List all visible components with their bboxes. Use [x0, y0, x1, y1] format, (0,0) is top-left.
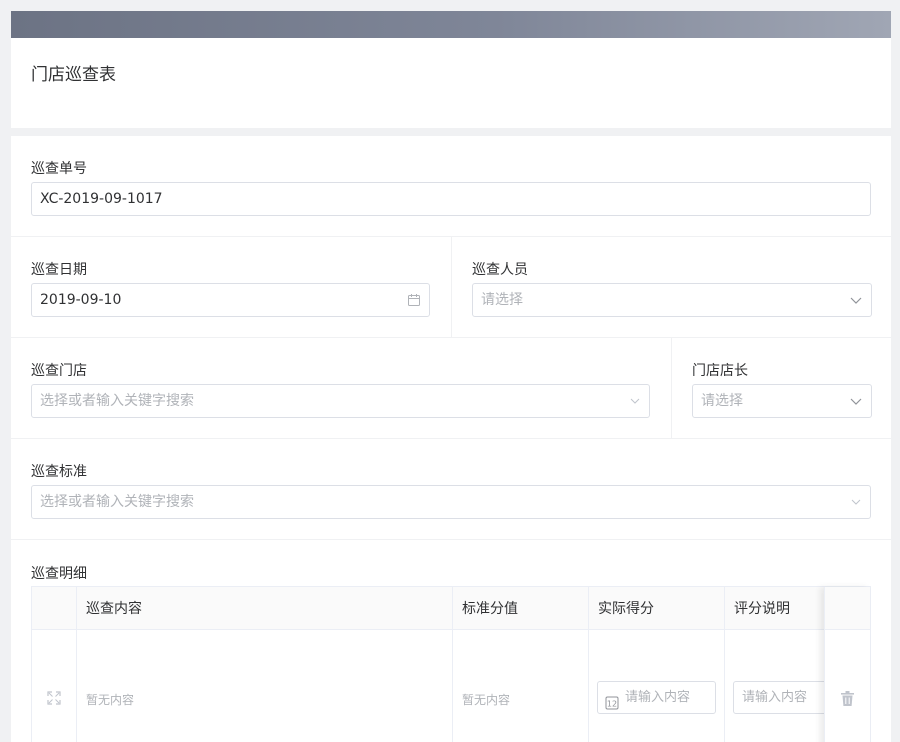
standard-select[interactable]: 选择或者输入关键字搜索 — [31, 485, 871, 519]
top-banner — [11, 11, 891, 38]
remark-placeholder: 请输入内容 — [742, 690, 808, 705]
manager-placeholder: 请选择 — [701, 393, 743, 409]
manager-cell: 门店店长 请选择 — [671, 338, 891, 438]
inspector-placeholder: 请选择 — [481, 292, 523, 308]
date-cell: 巡查日期 2019-09-10 — [11, 237, 451, 337]
content-cell: 暂无内容 — [77, 630, 453, 742]
store-label: 巡查门店 — [31, 363, 87, 379]
expand-cell — [32, 630, 77, 742]
column-header-label: 评分说明 — [734, 601, 790, 617]
details-table: 巡查内容 标准分值 实际得分 评分说明 暂无内容 暂无内容 12 请输入内容 请… — [31, 586, 871, 742]
column-header-label: 巡查内容 — [86, 601, 142, 617]
action-column — [824, 587, 870, 742]
form-card: 巡查单号 XC-2019-09-1017 巡查日期 2019-09-10 巡查人… — [11, 136, 891, 742]
row-store-manager: 巡查门店 选择或者输入关键字搜索 门店店长 请选择 — [11, 338, 891, 439]
calendar-icon — [407, 284, 421, 316]
inspection-date-value: 2019-09-10 — [40, 292, 122, 308]
inspection-date-label: 巡查日期 — [31, 262, 87, 278]
content-empty-text: 暂无内容 — [86, 693, 135, 707]
column-header-standard-score: 标准分值 — [453, 587, 589, 629]
inspector-label: 巡查人员 — [472, 262, 528, 278]
row-date-inspector: 巡查日期 2019-09-10 巡查人员 请选择 — [11, 237, 891, 338]
inspector-select[interactable]: 请选择 — [472, 283, 872, 317]
store-select[interactable]: 选择或者输入关键字搜索 — [31, 384, 650, 418]
expand-column-header — [32, 587, 77, 629]
row-inspection-no: 巡查单号 XC-2019-09-1017 — [11, 136, 891, 237]
expand-icon[interactable] — [47, 690, 61, 709]
table-header: 巡查内容 标准分值 实际得分 评分说明 — [32, 587, 870, 630]
row-standard: 巡查标准 选择或者输入关键字搜索 — [11, 439, 891, 540]
standard-score-cell: 暂无内容 — [453, 630, 589, 742]
column-header-actual-score: 实际得分 — [589, 587, 725, 629]
delete-icon[interactable] — [841, 691, 854, 710]
actual-score-input[interactable]: 12 请输入内容 — [597, 681, 716, 714]
table-row: 暂无内容 暂无内容 12 请输入内容 请输入内容 — [32, 630, 870, 742]
inspection-no-value: XC-2019-09-1017 — [40, 191, 163, 207]
details-label: 巡查明细 — [31, 566, 87, 582]
action-cell — [825, 630, 870, 742]
actual-score-cell: 12 请输入内容 — [589, 630, 725, 742]
chevron-down-icon — [850, 486, 862, 518]
store-placeholder: 选择或者输入关键字搜索 — [40, 393, 194, 409]
inspection-no-label: 巡查单号 — [31, 161, 87, 177]
column-header-label: 实际得分 — [598, 601, 654, 617]
column-header-content: 巡查内容 — [77, 587, 453, 629]
inspector-cell: 巡查人员 请选择 — [451, 237, 891, 337]
standard-placeholder: 选择或者输入关键字搜索 — [40, 494, 194, 510]
action-column-header — [825, 587, 870, 630]
store-cell: 巡查门店 选择或者输入关键字搜索 — [11, 338, 671, 438]
standard-score-empty-text: 暂无内容 — [462, 693, 511, 707]
svg-text:12: 12 — [607, 700, 617, 709]
inspection-no-input[interactable]: XC-2019-09-1017 — [31, 182, 871, 216]
number-icon: 12 — [605, 691, 619, 713]
manager-select[interactable]: 请选择 — [692, 384, 872, 418]
manager-label: 门店店长 — [692, 363, 748, 379]
remark-cell: 请输入内容 — [725, 630, 843, 742]
actual-score-placeholder: 请输入内容 — [625, 690, 691, 705]
column-header-label: 标准分值 — [462, 601, 518, 617]
column-header-remark: 评分说明 — [725, 587, 835, 629]
page-title: 门店巡查表 — [31, 65, 116, 85]
chevron-down-icon — [849, 284, 863, 316]
chevron-down-icon — [629, 385, 641, 417]
inspection-date-picker[interactable]: 2019-09-10 — [31, 283, 430, 317]
chevron-down-icon — [849, 385, 863, 417]
standard-label: 巡查标准 — [31, 464, 87, 480]
header-card: 门店巡查表 — [11, 38, 891, 128]
